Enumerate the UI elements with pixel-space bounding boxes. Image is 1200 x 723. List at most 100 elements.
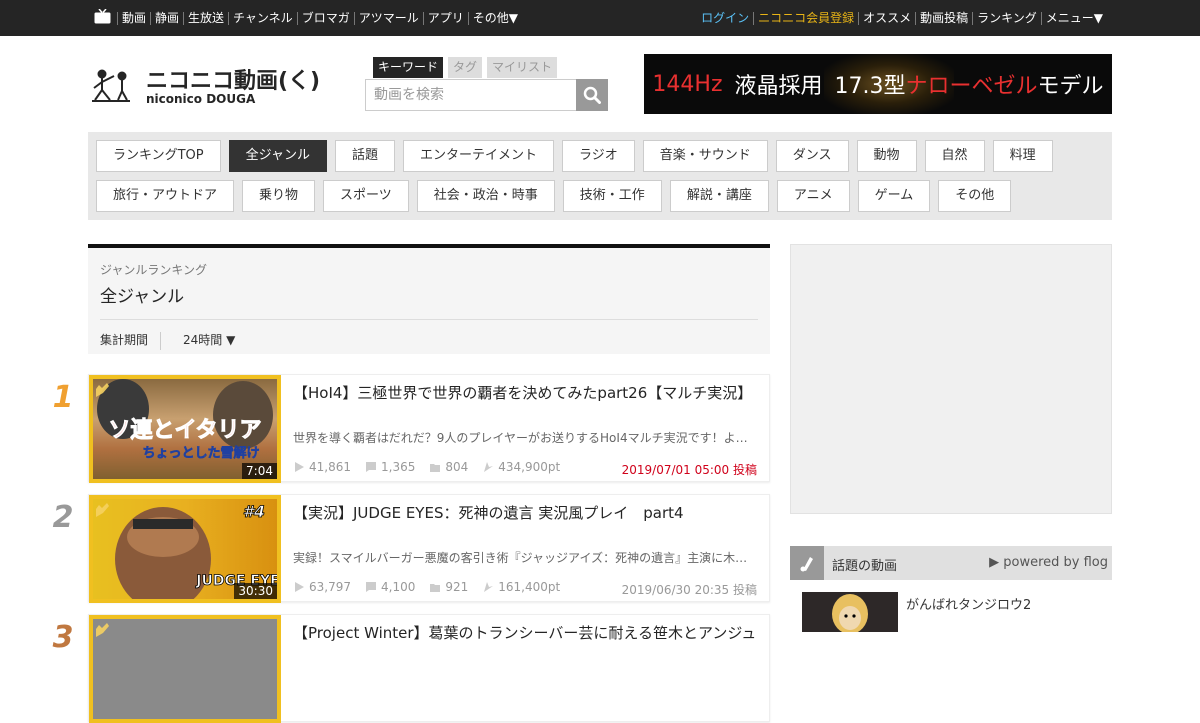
ad-size-text: 17.3型 (834, 74, 906, 99)
thumbnail-image (93, 619, 277, 719)
nav-ranking[interactable]: ランキング (972, 11, 1041, 25)
period-select[interactable]: 24時間 ▼ (183, 332, 235, 348)
header-ad-banner[interactable]: 144Hz 液晶採用 17.3型 ナローベゼル モデル (644, 54, 1112, 114)
flag-pen-icon (800, 557, 813, 572)
ranking-header: ジャンルランキング 全ジャンル 集計期間 24時間 ▼ (88, 244, 770, 354)
mylist-folder-icon (430, 464, 441, 472)
genre-cooking[interactable]: 料理 (992, 140, 1053, 172)
genre-dance[interactable]: ダンス (775, 140, 849, 172)
genre-tech[interactable]: 技術・工作 (562, 180, 662, 212)
genre-animal[interactable]: 動物 (856, 140, 917, 172)
mylist-folder-icon (430, 584, 441, 592)
video-description: 世界を導く覇者はだれだ？9人のプレイヤーがお送りするHoI4マルチ実況です！よろ… (293, 431, 759, 445)
rank-number: 1 (52, 380, 74, 415)
topic-video-title[interactable]: がんばれタンジロウ2 (906, 594, 1031, 613)
ranking-title: 全ジャンル (100, 287, 185, 307)
genre-topic[interactable]: 話題 (334, 140, 395, 172)
topic-video-item[interactable]: がんばれタンジロウ2 (790, 580, 1112, 632)
genre-ranking-top[interactable]: ランキングTOP (96, 140, 221, 172)
view-count: 41,861 (309, 460, 351, 474)
topic-video-thumbnail[interactable] (802, 592, 898, 632)
login-link[interactable]: ログイン (697, 11, 753, 25)
genre-radio[interactable]: ラジオ (562, 140, 635, 172)
video-duration: 30:30 (234, 583, 277, 599)
user-menu: ログイン ニコニコ会員登録 オススメ 動画投稿 ランキング メニュー▼ (697, 0, 1107, 36)
genre-game[interactable]: ゲーム (857, 180, 931, 212)
nav-menu-dropdown[interactable]: メニュー▼ (1040, 11, 1107, 25)
hand-mark-icon (96, 503, 109, 517)
hand-mark-icon (96, 383, 109, 397)
genre-entertainment[interactable]: エンターテイメント (403, 140, 555, 172)
post-date: 2019/07/01 05:00 投稿 (621, 463, 757, 477)
nav-blomaga[interactable]: ブロマガ (296, 11, 354, 25)
nav-seiga[interactable]: 静画 (150, 11, 183, 25)
rank-number: 2 (52, 500, 74, 535)
video-duration: 7:04 (242, 463, 277, 479)
video-title[interactable]: 【Project Winter】葛葉のトランシーバー芸に耐える笹木とアンジュ (293, 623, 759, 643)
genre-society[interactable]: 社会・政治・時事 (416, 180, 555, 212)
ranking-subtitle: ジャンルランキング (100, 263, 208, 277)
genre-vehicle[interactable]: 乗り物 (242, 180, 316, 212)
logo-title: ニコニコ動画(く) (146, 69, 320, 94)
point-count: 161,400pt (498, 580, 561, 594)
tab-keyword[interactable]: キーワード (373, 57, 444, 78)
niconico-tv-icon[interactable] (94, 9, 111, 24)
ranking-item[interactable]: ソ連とイタリア ちょっとした雪解け 7:04 【HoI4】三極世界で世界の覇者を… (88, 374, 770, 483)
topic-thumbnail-art (832, 594, 868, 632)
search-button[interactable] (576, 79, 608, 111)
point-icon (484, 462, 494, 472)
tab-tag[interactable]: タグ (448, 57, 483, 78)
genre-lecture[interactable]: 解説・講座 (669, 180, 769, 212)
genre-other[interactable]: その他 (938, 180, 1012, 212)
ranking-item[interactable]: #4 JUDGE EYES 30:30 【実況】JUDGE EYES：死神の遺言… (88, 494, 770, 603)
genre-anime[interactable]: アニメ (776, 180, 850, 212)
genre-sports[interactable]: スポーツ (323, 180, 409, 212)
genre-music[interactable]: 音楽・サウンド (642, 140, 768, 172)
global-nav-bar: 動画 静画 生放送 チャンネル ブロマガ アツマール アプリ その他▼ ログイン… (0, 0, 1200, 36)
nav-channel[interactable]: チャンネル (228, 11, 297, 25)
comment-icon (366, 582, 376, 592)
genre-nature[interactable]: 自然 (924, 140, 985, 172)
niconico-douga-logo[interactable]: ニコニコ動画(く) niconico DOUGA (90, 66, 322, 106)
video-stats: 63,797 4,100 921 161,400pt (293, 580, 560, 594)
hand-mark-icon (96, 623, 109, 637)
video-title[interactable]: 【HoI4】三極世界で世界の覇者を決めてみたpart26【マルチ実況】 (293, 383, 759, 403)
divider (100, 319, 758, 320)
ranking-item[interactable]: 【Project Winter】葛葉のトランシーバー芸に耐える笹木とアンジュ (88, 614, 770, 723)
powered-by-flog-link[interactable]: ▶ powered by flog (989, 555, 1108, 570)
search-input[interactable] (365, 79, 577, 111)
nav-live[interactable]: 生放送 (183, 11, 228, 25)
thumbnail-caption-main: ソ連とイタリア (108, 418, 261, 443)
post-date: 2019/06/30 20:35 投稿 (621, 583, 757, 597)
video-thumbnail[interactable]: #4 JUDGE EYES 30:30 (89, 495, 281, 603)
nav-app[interactable]: アプリ (422, 11, 468, 25)
nav-atsumaru[interactable]: アツマール (353, 11, 423, 25)
video-thumbnail[interactable]: ソ連とイタリア ちょっとした雪解け 7:04 (89, 375, 281, 483)
search-mode-tabs: キーワード タグ マイリスト (373, 57, 558, 78)
logo-subtitle: niconico DOUGA (146, 92, 256, 106)
nav-upload[interactable]: 動画投稿 (915, 11, 972, 25)
video-thumbnail[interactable] (89, 615, 281, 723)
ad-narrow-text: ナローベゼル (905, 74, 1038, 99)
tab-mylist[interactable]: マイリスト (487, 57, 558, 78)
genre-travel[interactable]: 旅行・アウトドア (96, 180, 235, 212)
mylist-count: 921 (445, 580, 469, 594)
ad-hz-text: 144Hz (652, 71, 723, 97)
point-icon (484, 582, 494, 592)
nav-recommend[interactable]: オススメ (858, 11, 915, 25)
topic-icon-box (790, 546, 824, 580)
genre-nav: ランキングTOP 全ジャンル 話題 エンターテイメント ラジオ 音楽・サウンド … (88, 132, 1112, 220)
video-title[interactable]: 【実況】JUDGE EYES：死神の遺言 実況風プレイ part4 (293, 503, 759, 523)
service-menu: 動画 静画 生放送 チャンネル ブロマガ アツマール アプリ その他▼ (117, 0, 522, 36)
comment-icon (366, 462, 376, 472)
video-description: 実録！スマイルバーガー悪魔の客引き術『ジャッジアイズ：死神の遺言』主演に木村拓哉… (293, 551, 759, 565)
register-link[interactable]: ニコニコ会員登録 (753, 11, 858, 25)
period-label: 集計期間 (100, 332, 162, 350)
ad-model-text: モデル (1037, 74, 1104, 99)
comment-count: 1,365 (381, 460, 416, 474)
view-count: 63,797 (309, 580, 351, 594)
thumbnail-caption-sub: ちょっとした雪解け (142, 445, 259, 461)
genre-all[interactable]: 全ジャンル (228, 140, 327, 172)
nav-douga[interactable]: 動画 (117, 11, 150, 25)
nav-other-dropdown[interactable]: その他▼ (467, 11, 522, 25)
